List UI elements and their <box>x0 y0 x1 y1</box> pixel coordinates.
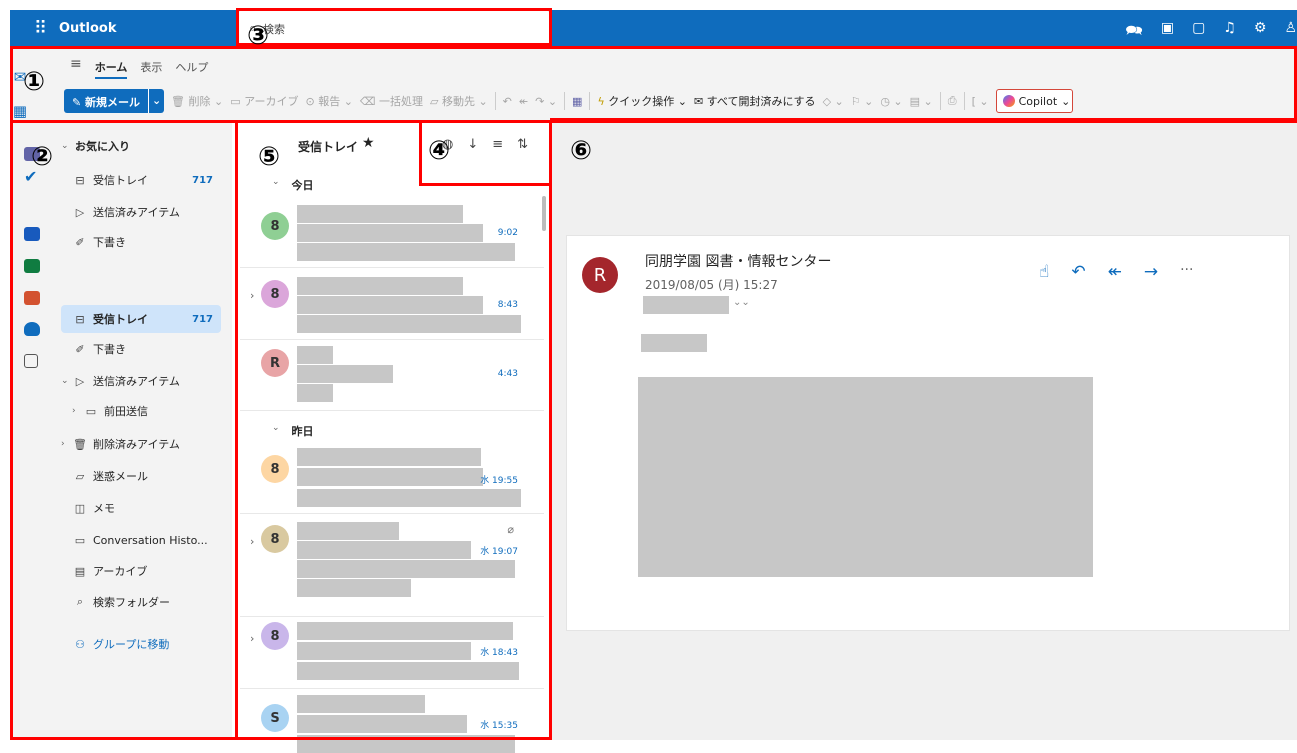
message-actions: ☝ ↶ ↞ → ··· <box>1039 262 1193 282</box>
annotation-box-search <box>236 8 552 46</box>
gear-icon[interactable]: ⚙ <box>1254 20 1267 44</box>
reading-pane: R 同朋学園 図書・情報センター 2019/08/05 (月) 15:27 ⌄⌄… <box>552 121 1297 740</box>
forward-arrow-icon[interactable]: → <box>1144 262 1158 282</box>
redacted-recipient <box>643 296 729 314</box>
annotation-box-ribbon <box>10 46 1297 123</box>
reply-all-icon[interactable]: ↞ <box>1108 262 1122 282</box>
annotation-box-folders <box>10 120 238 740</box>
redacted-greeting <box>641 334 707 352</box>
annotation-number-2: ② <box>31 142 54 172</box>
sender-name[interactable]: 同朋学園 図書・情報センター <box>645 251 831 271</box>
annotation-number-4: ④ <box>428 136 451 166</box>
top-icons: 🗪 ▣ ▢ ♫ ⚙ ♙ <box>1125 20 1297 44</box>
message-card: R 同朋学園 図書・情報センター 2019/08/05 (月) 15:27 ⌄⌄… <box>566 235 1290 631</box>
annotation-box-message-list <box>235 120 552 740</box>
account-icon[interactable]: ♙ <box>1284 20 1297 44</box>
redacted-body <box>638 377 1093 577</box>
bell-icon[interactable]: ♫ <box>1223 20 1236 44</box>
annotation-number-5: ⑤ <box>258 142 281 172</box>
annotation-box-reading <box>550 118 1297 123</box>
annotation-number-3: ③ <box>247 21 270 51</box>
annotation-number-6: ⑥ <box>570 136 593 166</box>
sender-avatar[interactable]: R <box>582 257 618 293</box>
like-icon[interactable]: ☝ <box>1039 262 1049 282</box>
app-title[interactable]: Outlook <box>59 21 116 36</box>
app-launcher-icon[interactable]: ⠿ <box>34 18 47 39</box>
more-options-icon[interactable]: ··· <box>1180 262 1193 282</box>
top-bar: ⠿ Outlook ⌕ 検索 🗪 ▣ ▢ ♫ ⚙ ♙ <box>10 10 1297 47</box>
expand-recipients-icon[interactable]: ⌄⌄ <box>733 297 750 308</box>
teams-icon[interactable]: ▣ <box>1161 20 1174 44</box>
whats-new-icon[interactable]: ▢ <box>1192 20 1205 44</box>
message-date: 2019/08/05 (月) 15:27 <box>645 278 778 292</box>
annotation-number-1: ① <box>23 67 46 97</box>
reply-icon[interactable]: ↶ <box>1071 262 1085 282</box>
meet-now-icon[interactable]: 🗪 <box>1125 20 1142 44</box>
